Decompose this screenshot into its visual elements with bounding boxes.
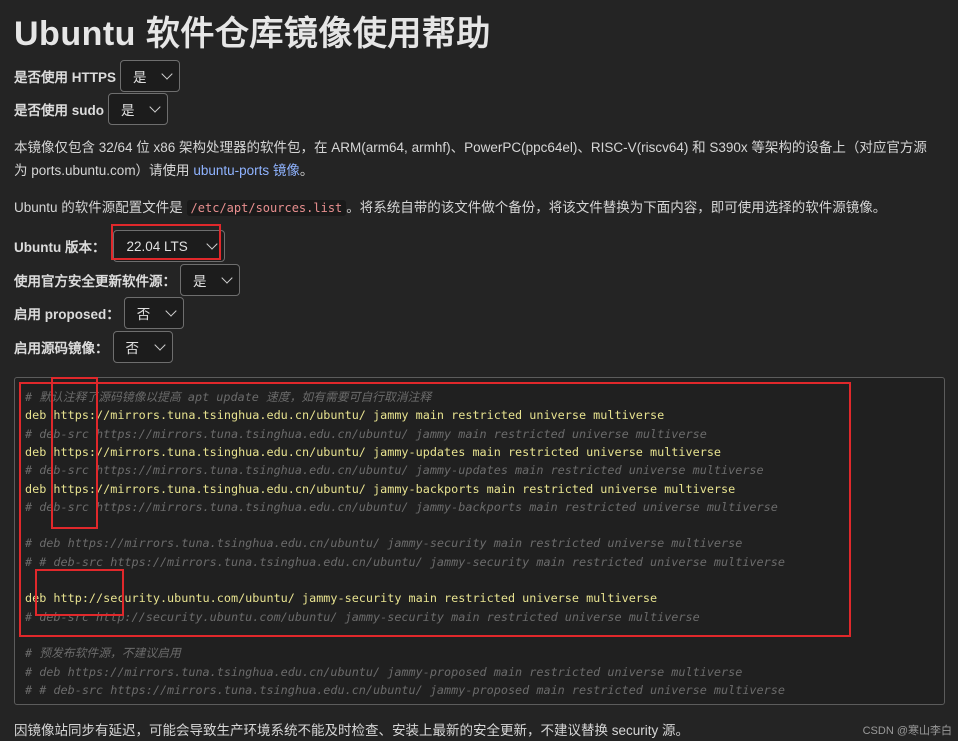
config-suffix: 。将系统自带的该文件做个备份，将该文件替换为下面内容，即可使用选择的软件源镜像。: [346, 200, 887, 215]
proposed-option-row: 启用 proposed： 否: [14, 297, 184, 329]
code-line: # 预发布软件源，不建议启用: [25, 646, 181, 661]
https-highlight-box: [51, 377, 98, 529]
config-paragraph: Ubuntu 的软件源配置文件是 /etc/apt/sources.list 。将…: [14, 196, 944, 220]
https-select-value: 是: [133, 70, 147, 85]
code-highlight-box: [19, 382, 851, 637]
security-select[interactable]: 是: [180, 264, 240, 296]
chevron-down-icon: [161, 68, 173, 80]
chevron-down-icon: [165, 305, 177, 317]
proposed-label: 启用 proposed：: [14, 307, 120, 322]
config-prefix: Ubuntu 的软件源配置文件是: [14, 200, 187, 215]
source-label: 启用源码镜像：: [14, 341, 109, 356]
https-option-row: 是否使用 HTTPS 是: [14, 60, 181, 92]
intro-line-2-suffix: 。: [299, 163, 314, 178]
intro-paragraph: 本镜像仅包含 32/64 位 x86 架构处理器的软件包，在 ARM(arm64…: [14, 136, 944, 182]
security-option-row: 使用官方安全更新软件源： 是: [14, 264, 240, 296]
proposed-select[interactable]: 否: [123, 297, 184, 329]
sudo-select-value: 是: [121, 103, 135, 118]
chevron-down-icon: [221, 272, 233, 284]
page-title: Ubuntu 软件仓库镜像使用帮助: [14, 15, 491, 53]
footer-note: 因镜像站同步有延迟，可能会导致生产环境系统不能及时检查、安装上最新的安全更新，不…: [14, 723, 690, 738]
code-line: # deb https://mirrors.tuna.tsinghua.edu.…: [25, 664, 743, 679]
version-highlight-box: [111, 224, 221, 260]
sudo-select[interactable]: 是: [108, 93, 168, 125]
https-select[interactable]: 是: [120, 60, 181, 92]
source-option-row: 启用源码镜像： 否: [14, 331, 173, 363]
source-select[interactable]: 否: [112, 331, 173, 363]
intro-line-2: 为 ports.ubuntu.com）请使用 ubuntu-ports 镜像。: [14, 159, 944, 182]
code-line: # # deb-src https://mirrors.tuna.tsinghu…: [25, 682, 785, 697]
security-label: 使用官方安全更新软件源：: [14, 274, 176, 289]
security-select-value: 是: [193, 274, 207, 289]
sources-list-path: /etc/apt/sources.list: [186, 200, 347, 216]
intro-line-2-prefix: 为 ports.ubuntu.com）请使用: [14, 163, 194, 178]
sudo-option-row: 是否使用 sudo 是: [14, 93, 168, 125]
source-select-value: 否: [125, 341, 140, 356]
https-label: 是否使用 HTTPS: [14, 70, 117, 85]
ubuntu-ports-link[interactable]: ubuntu-ports 镜像: [193, 163, 300, 178]
watermark: CSDN @寒山李白: [862, 725, 952, 737]
chevron-down-icon: [153, 339, 166, 351]
version-label: Ubuntu 版本：: [14, 240, 106, 255]
sudo-label: 是否使用 sudo: [14, 103, 104, 118]
proposed-select-value: 否: [136, 307, 151, 322]
chevron-down-icon: [149, 101, 161, 113]
http-highlight-box: [35, 569, 124, 616]
intro-line-1: 本镜像仅包含 32/64 位 x86 架构处理器的软件包，在 ARM(arm64…: [14, 140, 927, 155]
